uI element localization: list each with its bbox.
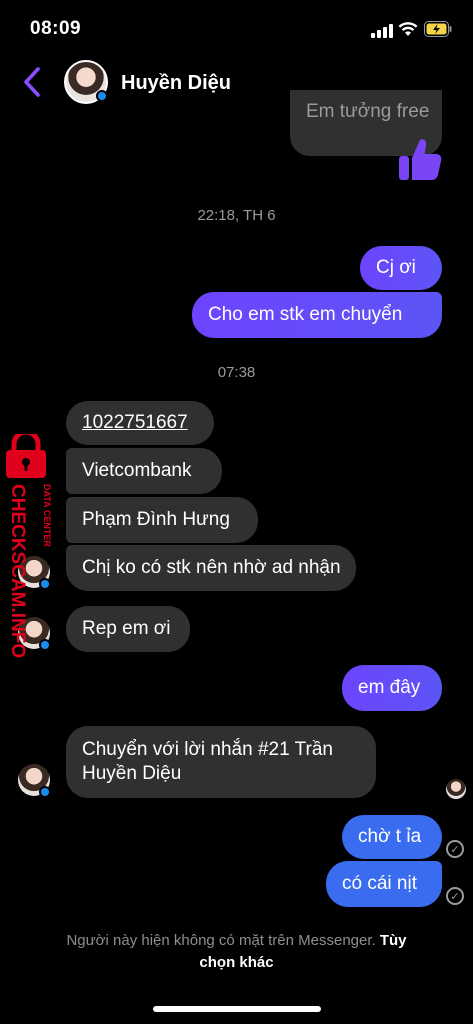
message-line: Chuyển với lời nhắn #21 Trần [82,739,333,760]
wifi-icon [398,22,418,36]
message-bubble-outgoing[interactable]: có cái nịt [326,861,442,907]
message-bubble-outgoing[interactable]: Cj ơi [360,246,442,290]
battery-icon [424,21,452,37]
message-bubble-incoming[interactable]: Vietcombank [66,448,222,494]
svg-text:CHECKSCAM.INFO: CHECKSCAM.INFO [7,484,28,658]
verified-badge-icon [39,786,51,798]
status-time: 08:09 [30,18,82,39]
signal-icon [371,24,393,38]
watermark-logo: DATA CENTER CHECKSCAM.INFO [6,434,52,658]
message-bubble-incoming-link[interactable]: 1022751667 [66,401,214,445]
message-bubble-incoming[interactable]: Chị ko có stk nên nhờ ad nhận [66,545,356,591]
message-bubble-outgoing[interactable]: chờ t ỉa [342,815,442,859]
more-options-link[interactable]: chọn khác [199,954,273,971]
verified-badge-icon [96,90,108,102]
timestamp: 22:18, TH 6 [197,207,276,224]
message-bubble-incoming[interactable]: Rep em ơi [66,606,190,652]
thumbs-up-icon[interactable] [398,136,442,182]
notice-text: Người này hiện không có mặt trên Messeng… [66,932,376,949]
unavailable-notice: Người này hiện không có mặt trên Messeng… [0,930,473,974]
svg-text:DATA CENTER: DATA CENTER [42,484,52,547]
back-button[interactable] [22,66,42,98]
home-indicator[interactable] [153,1006,321,1012]
message-bubble-outgoing[interactable]: Cho em stk em chuyển [192,292,442,338]
sent-check-icon: ✓ [446,840,464,858]
message-bubble-incoming[interactable]: Phạm Đình Hưng [66,497,258,543]
message-bubble-outgoing[interactable]: em đây [342,665,442,711]
message-line: Huyền Diệu [82,763,182,784]
message-bubble-incoming-multiline[interactable]: Chuyển với lời nhắn #21 Trần Huyền Diệu [66,726,376,798]
sent-check-icon: ✓ [446,887,464,905]
contact-name[interactable]: Huyền Diệu [121,72,231,95]
more-options-link[interactable]: Tùy [380,932,407,949]
timestamp: 07:38 [217,364,256,381]
seen-avatar [446,779,466,799]
